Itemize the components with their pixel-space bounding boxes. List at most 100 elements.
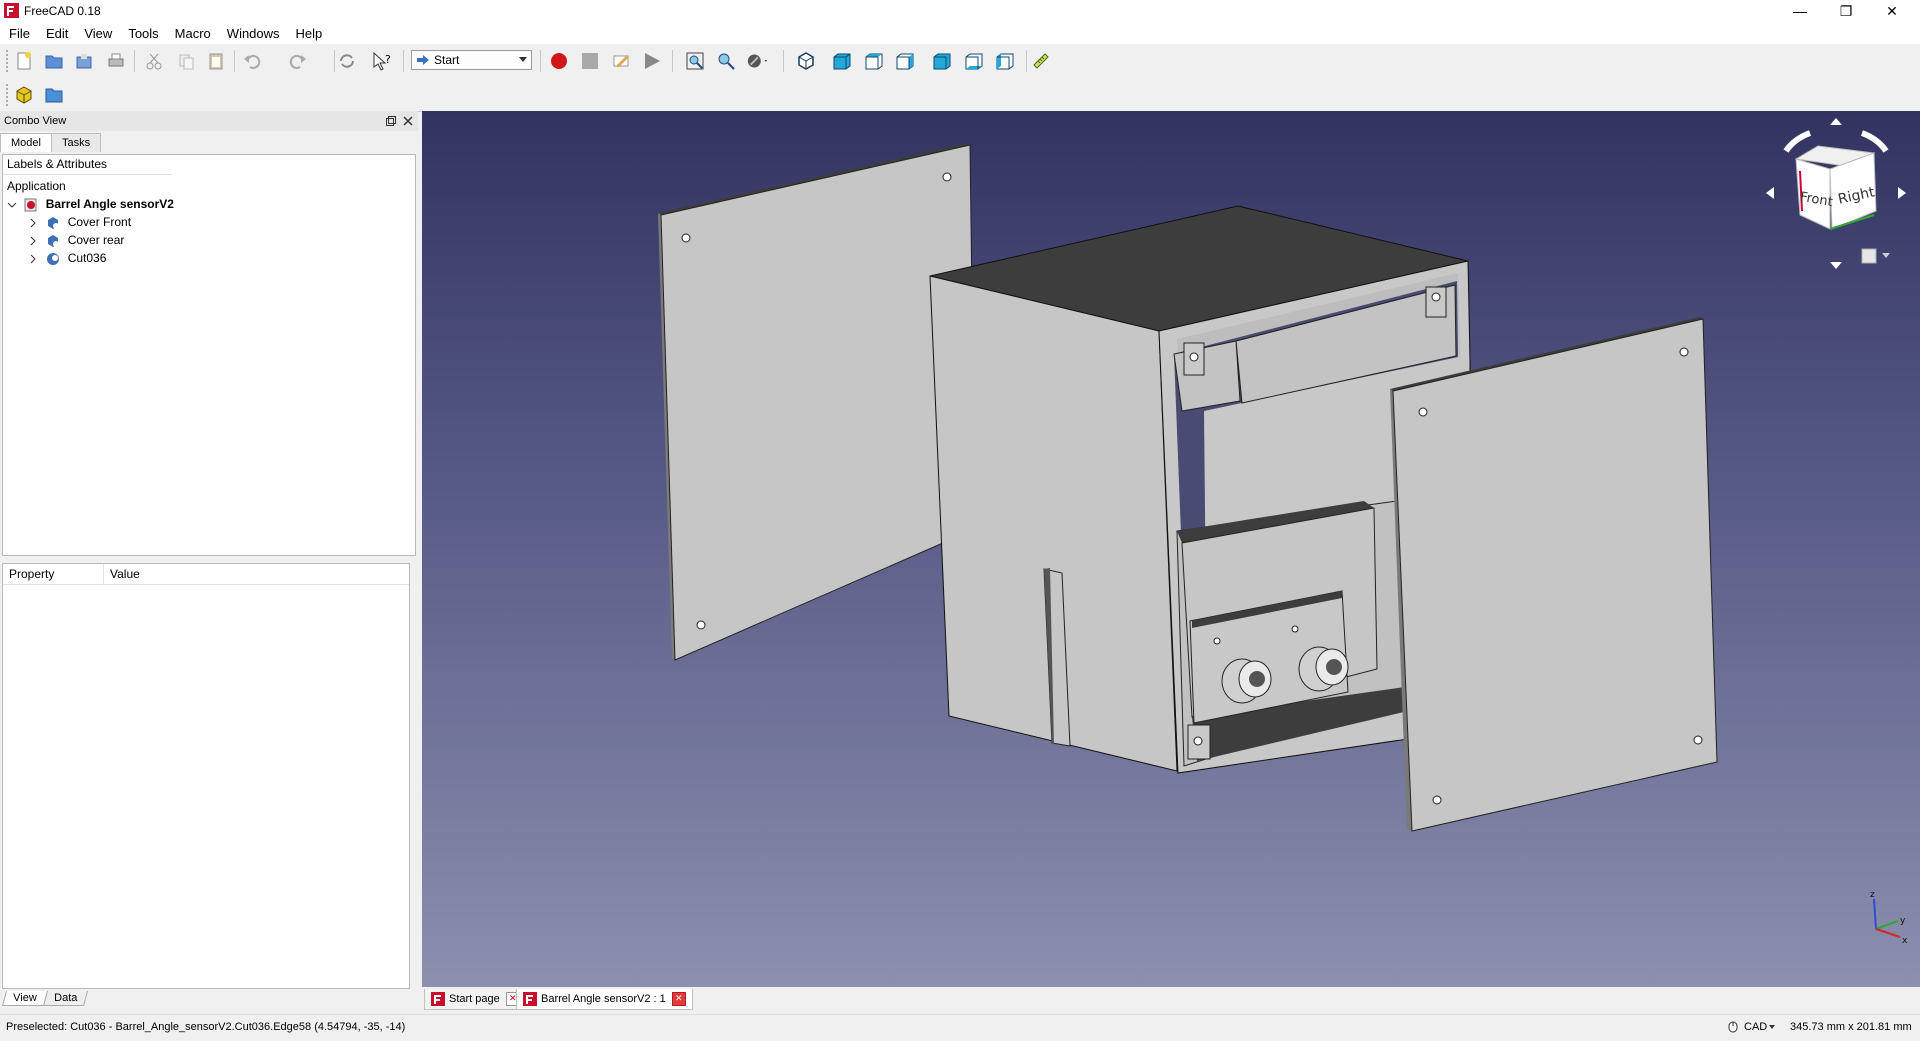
navigation-style-selector[interactable]: CAD (1728, 1021, 1776, 1033)
combo-tabs: Model Tasks (0, 133, 102, 153)
left-view-icon[interactable] (993, 50, 1017, 72)
chevron-right-icon[interactable] (29, 218, 37, 228)
property-column[interactable]: Property (3, 564, 104, 584)
freecad-logo-icon (431, 992, 445, 1006)
minimize-button[interactable]: — (1777, 0, 1823, 22)
menu-tools[interactable]: Tools (119, 26, 165, 41)
svg-text:?: ? (385, 53, 391, 66)
chevron-right-icon[interactable] (29, 254, 37, 264)
menu-help[interactable]: Help (287, 26, 330, 41)
menu-macro[interactable]: Macro (166, 26, 218, 41)
right-view-icon[interactable] (893, 50, 917, 72)
redo-icon[interactable] (286, 50, 310, 72)
freecad-logo-icon (4, 3, 19, 18)
rear-view-icon[interactable] (930, 50, 954, 72)
part-toolbar (0, 78, 1920, 112)
axis-x-label: x (1902, 936, 1908, 946)
menu-edit[interactable]: Edit (37, 26, 75, 41)
fit-all-icon[interactable] (683, 50, 707, 72)
tree-column-header[interactable]: Labels & Attributes (3, 155, 172, 175)
freecad-logo-icon (523, 992, 537, 1006)
run-macro-icon[interactable] (640, 50, 664, 72)
record-macro-icon[interactable] (547, 50, 571, 72)
undo-icon[interactable] (240, 50, 264, 72)
nav-left-arrow-icon[interactable] (1766, 187, 1774, 199)
navigation-style-label: CAD (1744, 1021, 1768, 1033)
paste-icon[interactable] (204, 50, 228, 72)
window-title: FreeCAD 0.18 (24, 4, 101, 18)
menu-view[interactable]: View (75, 26, 119, 41)
measure-icon[interactable] (1029, 50, 1053, 72)
front-view-icon[interactable] (830, 50, 854, 72)
menu-windows[interactable]: Windows (218, 26, 287, 41)
nav-up-arrow-icon[interactable] (1830, 118, 1842, 125)
property-view-tabs: View Data (1, 991, 88, 1006)
save-icon[interactable] (72, 50, 96, 72)
print-icon[interactable] (104, 50, 128, 72)
tab-data[interactable]: Data (42, 991, 88, 1006)
tree-root-label: Application (7, 179, 66, 193)
chevron-right-icon[interactable] (29, 236, 37, 246)
status-bar: Preselected: Cut036 - Barrel_Angle_senso… (0, 1014, 1920, 1041)
axis-y-label: y (1900, 916, 1906, 926)
tab-view[interactable]: View (1, 991, 48, 1006)
property-editor: Property Value (2, 563, 410, 989)
tree-item-label: Cover Front (67, 215, 132, 229)
close-button[interactable]: ✕ (1869, 0, 1915, 22)
cut-feature-icon (48, 234, 60, 247)
tab-barrel-angle-sensor[interactable]: Barrel Angle sensorV2 : 1 ✕ (516, 989, 693, 1010)
close-tab-icon[interactable]: ✕ (671, 992, 686, 1006)
refresh-icon[interactable] (335, 50, 359, 72)
stop-macro-icon[interactable] (578, 50, 602, 72)
menu-file[interactable]: File (0, 26, 37, 41)
axis-cross: z y x (1870, 890, 1908, 946)
model-tree: Labels & Attributes Application Barrel A… (2, 154, 416, 556)
cover-front-part[interactable] (1390, 317, 1718, 832)
draw-style-icon[interactable] (746, 50, 770, 72)
navcube-menu-icon[interactable] (1861, 248, 1877, 264)
top-view-icon[interactable] (862, 50, 886, 72)
nav-right-arrow-icon[interactable] (1898, 187, 1906, 199)
open-file-icon[interactable] (42, 50, 66, 72)
new-file-icon[interactable] (12, 50, 36, 72)
tab-document-label: Barrel Angle sensorV2 : 1 (541, 993, 666, 1005)
chevron-down-icon (1769, 1025, 1776, 1029)
nav-down-arrow-icon[interactable] (1830, 262, 1842, 269)
isometric-view-icon[interactable] (794, 50, 818, 72)
property-header: Property Value (3, 564, 409, 585)
close-panel-icon[interactable] (403, 116, 413, 126)
float-panel-icon[interactable] (386, 116, 396, 126)
main-toolbar: ? (0, 44, 1920, 79)
document-label: Barrel Angle sensorV2 (45, 197, 174, 211)
combo-view-title: Combo View (4, 115, 67, 127)
copy-icon[interactable] (174, 50, 198, 72)
bottom-view-icon[interactable] (962, 50, 986, 72)
cover-rear-part[interactable] (658, 143, 976, 661)
tree-item-document[interactable]: Barrel Angle sensorV2 (7, 195, 174, 213)
view-dimensions: 345.73 mm x 201.81 mm (1790, 1021, 1912, 1033)
chevron-down-icon (519, 57, 527, 62)
cut-feature-icon (48, 216, 60, 229)
axis-z-label: z (1870, 890, 1875, 900)
tab-model[interactable]: Model (0, 133, 52, 152)
edit-macro-icon[interactable] (609, 50, 633, 72)
maximize-button[interactable]: ❐ (1823, 0, 1869, 22)
value-column[interactable]: Value (104, 564, 140, 584)
chevron-down-icon[interactable] (7, 200, 17, 210)
folder-icon[interactable] (42, 84, 66, 106)
tab-start-page[interactable]: Start page ✕ (424, 989, 527, 1010)
cut-icon[interactable] (142, 50, 166, 72)
tree-item-label: Cover rear (67, 233, 125, 247)
tree-item-cut036[interactable]: Cut036 (29, 249, 106, 267)
tree-item-cover-front[interactable]: Cover Front (29, 213, 131, 231)
3d-view[interactable]: Front Right z y x (422, 111, 1920, 987)
part-icon[interactable] (12, 84, 36, 106)
navigation-cube[interactable]: Front Right (1766, 118, 1906, 269)
whats-this-icon[interactable]: ? (370, 50, 394, 72)
tree-item-cover-rear[interactable]: Cover rear (29, 231, 124, 249)
model-scene[interactable]: Front Right z y x (422, 111, 1920, 987)
tab-tasks[interactable]: Tasks (50, 133, 102, 152)
workbench-label: Start (434, 53, 460, 67)
fit-selection-icon[interactable] (714, 50, 738, 72)
workbench-selector[interactable]: Start (411, 50, 532, 70)
